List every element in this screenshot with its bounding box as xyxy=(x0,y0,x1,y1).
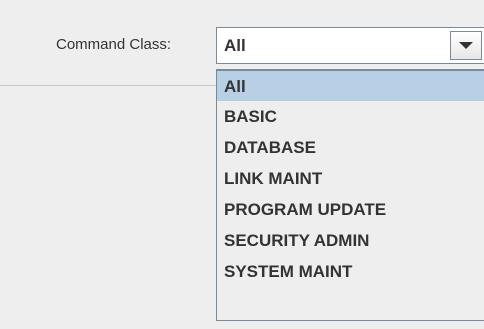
dropdown-option-program-update[interactable]: PROGRAM UPDATE xyxy=(217,194,484,225)
command-class-selected-value: All xyxy=(224,36,246,55)
dropdown-option-all[interactable]: All xyxy=(217,70,484,101)
dropdown-option-label: PROGRAM UPDATE xyxy=(224,200,387,219)
dropdown-option-label: SECURITY ADMIN xyxy=(224,231,370,250)
command-class-select[interactable]: All xyxy=(216,27,484,64)
dropdown-option-link-maint[interactable]: LINK MAINT xyxy=(217,163,484,194)
dropdown-option-label: LINK MAINT xyxy=(224,169,323,188)
command-class-label: Command Class: xyxy=(56,36,172,53)
command-class-dropdown-list[interactable]: All BASIC DATABASE LINK MAINT PROGRAM UP… xyxy=(216,69,484,321)
dropdown-option-security-admin[interactable]: SECURITY ADMIN xyxy=(217,225,484,256)
dropdown-option-database[interactable]: DATABASE xyxy=(217,132,484,163)
dropdown-toggle-button[interactable] xyxy=(450,31,482,60)
dropdown-option-system-maint[interactable]: SYSTEM MAINT xyxy=(217,256,484,287)
dropdown-option-basic[interactable]: BASIC xyxy=(217,101,484,132)
chevron-down-icon xyxy=(459,42,473,49)
dropdown-option-label: DATABASE xyxy=(224,138,316,157)
dropdown-option-label: SYSTEM MAINT xyxy=(224,262,353,281)
dropdown-option-label: BASIC xyxy=(224,107,277,126)
dropdown-option-label: All xyxy=(224,77,246,96)
